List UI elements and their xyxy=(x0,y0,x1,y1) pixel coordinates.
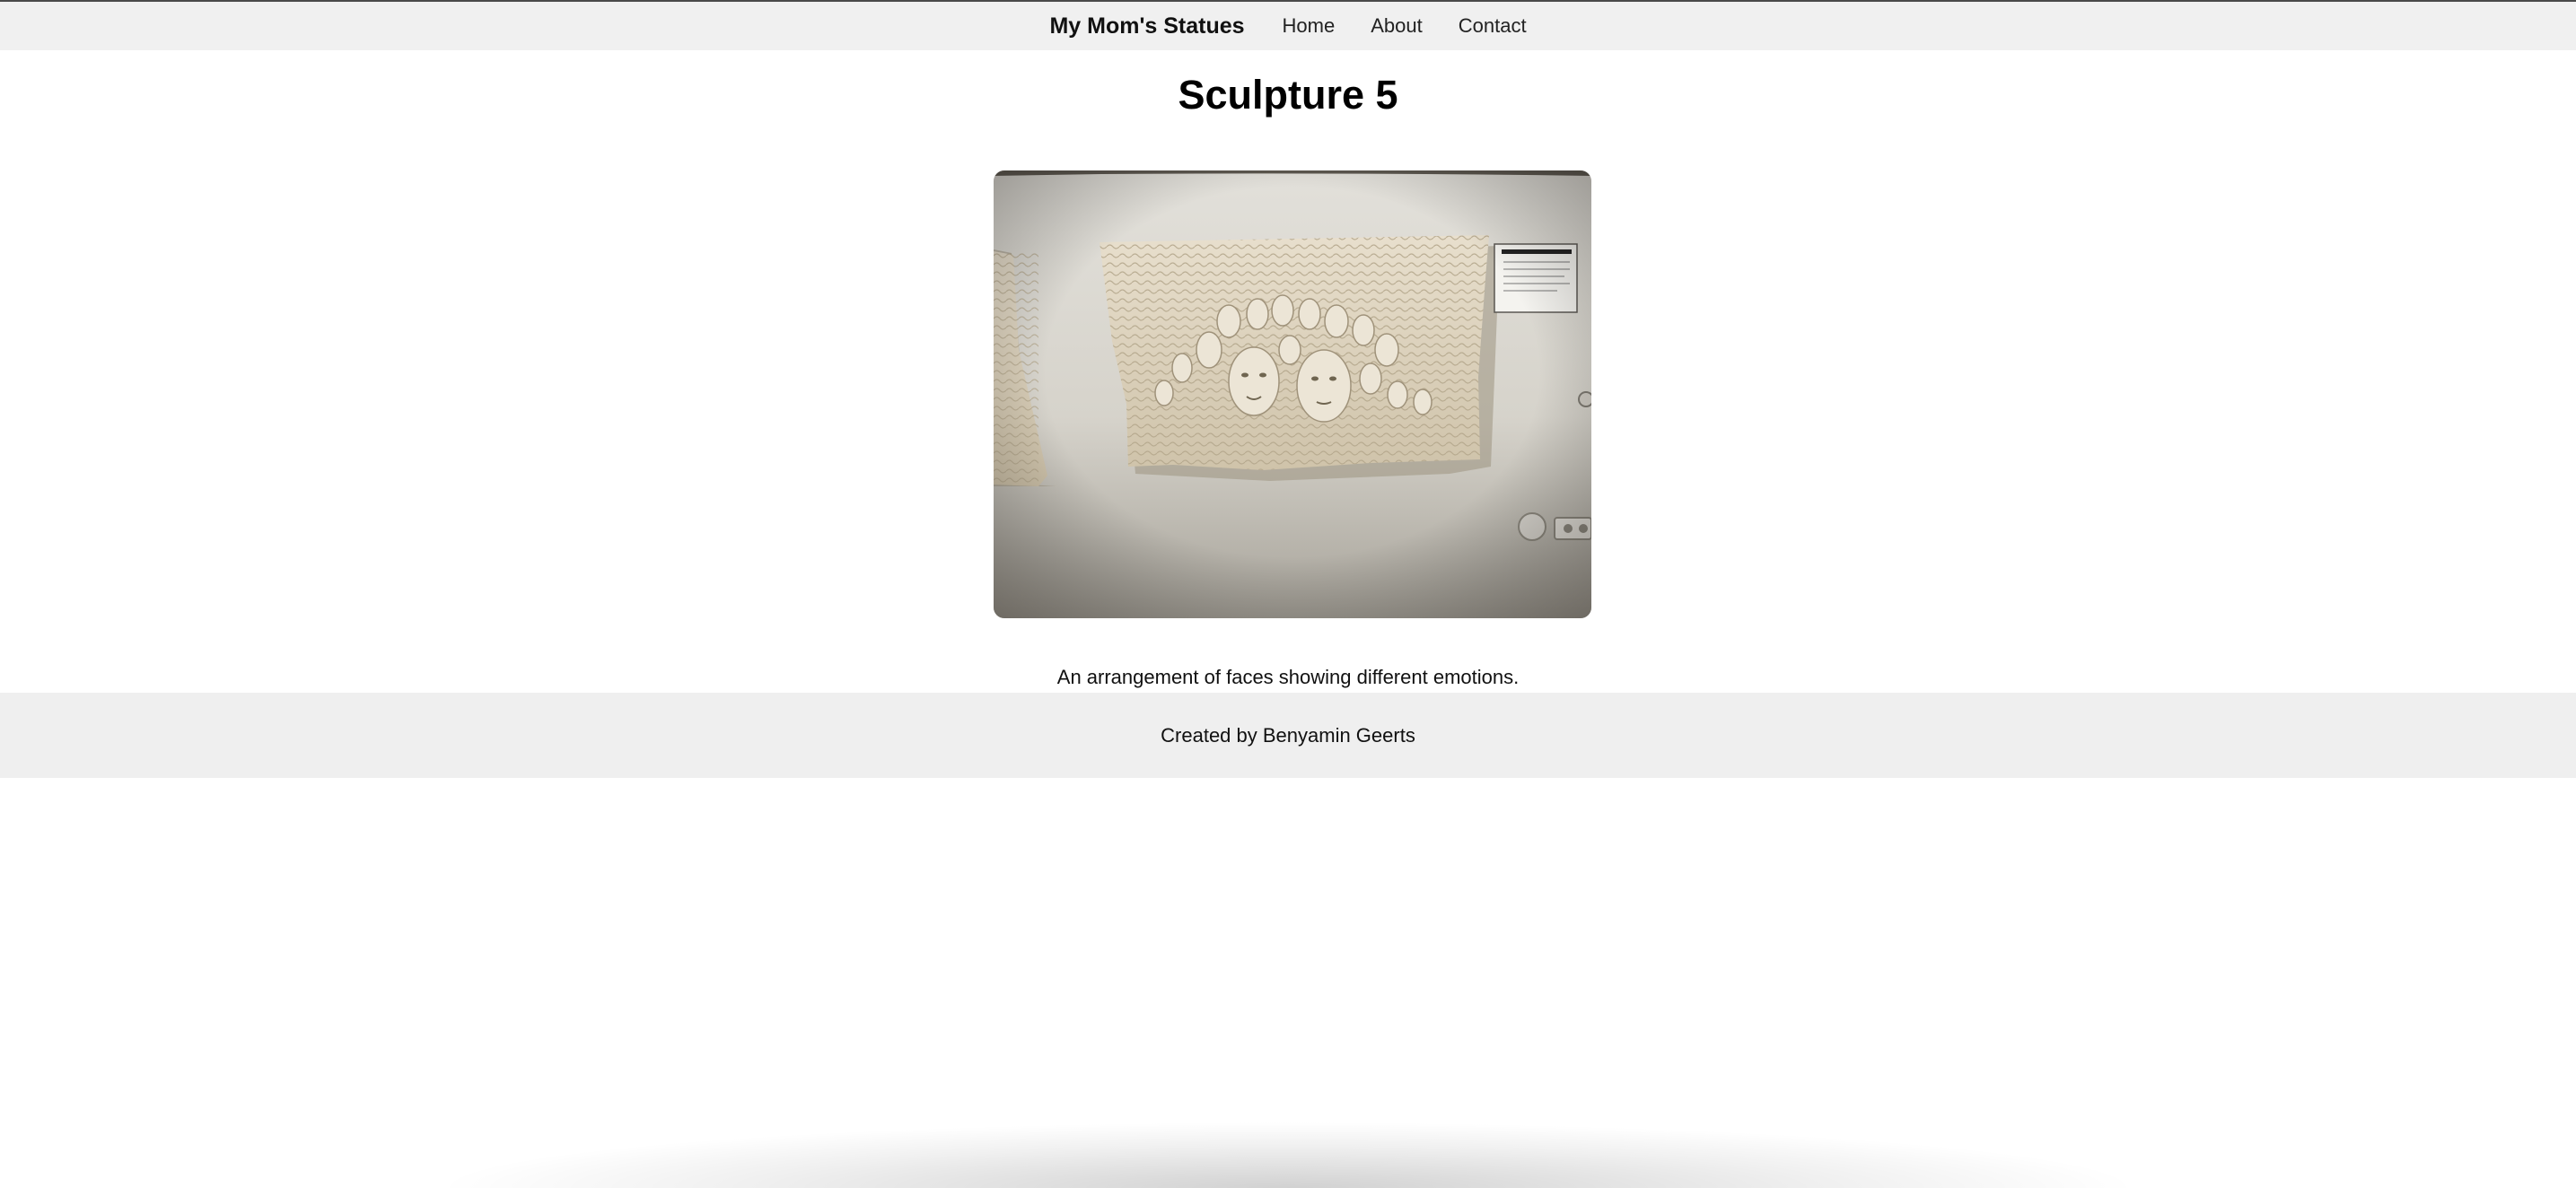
footer-credit: Created by Benyamin Geerts xyxy=(1161,723,1415,747)
nav-link-home[interactable]: Home xyxy=(1283,14,1336,38)
sculpture-photo xyxy=(994,170,1591,618)
page-title: Sculpture 5 xyxy=(1178,72,1398,118)
footer: Created by Benyamin Geerts xyxy=(0,693,2576,778)
nav-link-contact[interactable]: Contact xyxy=(1459,14,1527,38)
nav-link-about[interactable]: About xyxy=(1371,14,1423,38)
brand-link[interactable]: My Mom's Statues xyxy=(1049,13,1244,39)
nav-inner: My Mom's Statues Home About Contact xyxy=(1049,13,1526,39)
navbar: My Mom's Statues Home About Contact xyxy=(0,2,2576,50)
dock-shadow xyxy=(431,1122,2145,1188)
image-caption: An arrangement of faces showing differen… xyxy=(1056,666,1520,688)
